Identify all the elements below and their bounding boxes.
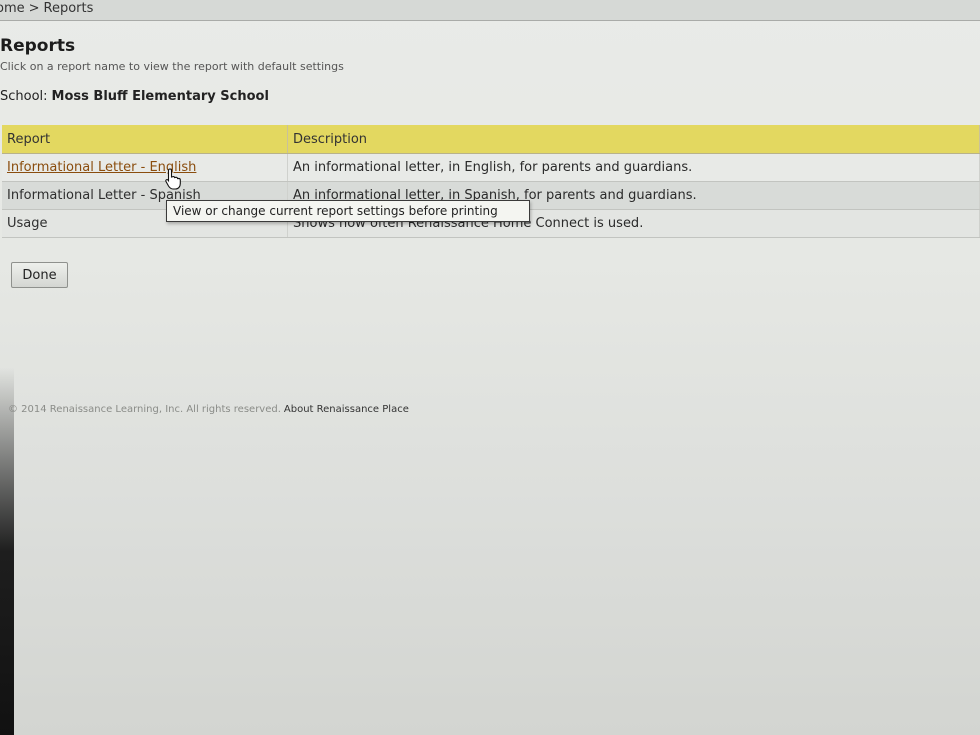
breadcrumb-home-link[interactable]: ome [0,1,25,16]
report-name-cell: Informational Letter - English [2,153,288,182]
monitor-bezel [0,0,14,735]
done-button[interactable]: Done [11,262,68,288]
table-row: Informational Letter - English An inform… [2,153,980,182]
breadcrumb-bar: ome>Reports [0,0,980,21]
column-header-description: Description [287,125,980,154]
school-line: School: Moss Bluff Elementary School [0,89,269,104]
breadcrumb-current: Reports [43,1,94,16]
breadcrumb: ome>Reports [0,0,93,18]
table-header-row: Report Description [2,125,980,154]
report-settings-tooltip: View or change current report settings b… [166,200,530,222]
about-renaissance-place-link[interactable]: About Renaissance Place [284,404,409,415]
breadcrumb-separator: > [28,1,40,16]
report-description: An informational letter, in English, for… [293,160,693,175]
hand-pointer-icon [165,168,181,190]
copyright-text: © 2014 Renaissance Learning, Inc. All ri… [8,404,281,415]
school-name: Moss Bluff Elementary School [51,89,269,104]
column-header-report: Report [2,125,288,154]
school-label: School: [0,89,48,104]
reports-page: ome>Reports Reports Click on a report na… [0,0,980,735]
footer: © 2014 Renaissance Learning, Inc. All ri… [8,404,409,415]
page-title: Reports [0,36,76,56]
report-description-cell: An informational letter, in English, for… [287,153,980,182]
report-link-usage[interactable]: Usage [7,216,48,231]
page-instructions: Click on a report name to view the repor… [0,60,344,73]
